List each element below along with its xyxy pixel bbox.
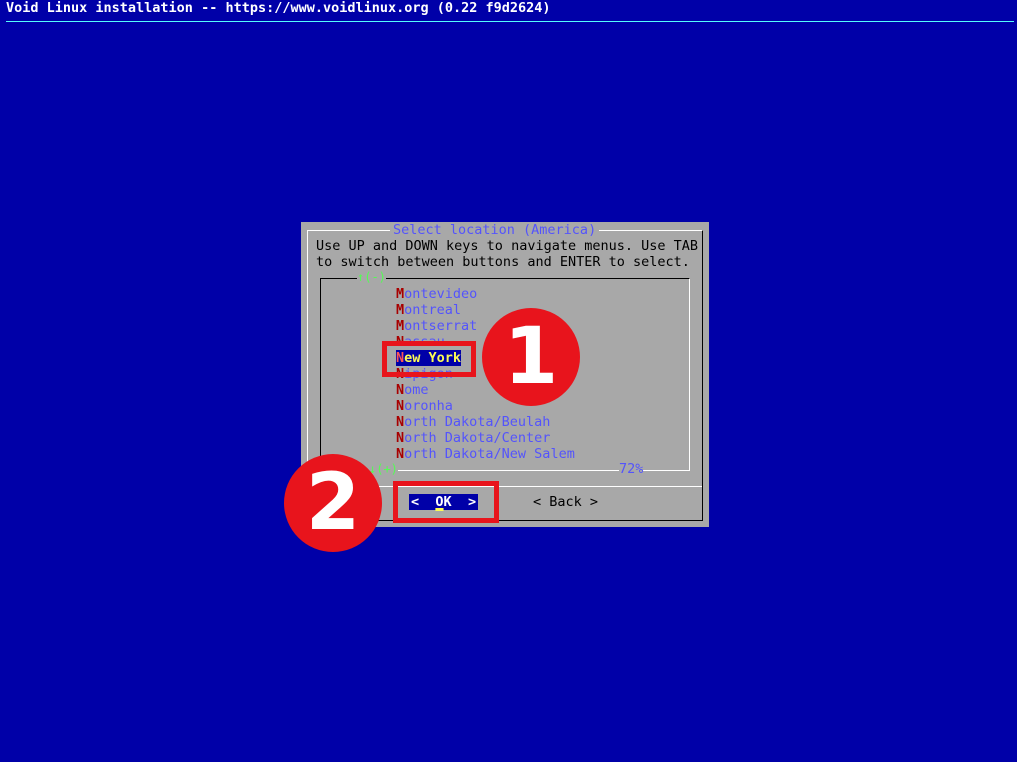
annotation-step-1: 1 bbox=[482, 308, 580, 406]
scroll-percent: 72% bbox=[619, 461, 644, 477]
annotation-highlight-ok bbox=[393, 481, 499, 523]
menu-item-label: orth Dakota/Beulah bbox=[404, 414, 551, 430]
menu-item-label: ontserrat bbox=[404, 318, 478, 334]
menu-item-hotkey: N bbox=[396, 398, 405, 414]
menu-item-hotkey: N bbox=[396, 382, 405, 398]
menu-item-hotkey: N bbox=[396, 414, 405, 430]
menu-item-label: ome bbox=[404, 382, 429, 398]
menu-item-label: orth Dakota/Center bbox=[404, 430, 551, 446]
menu-item-hotkey: M bbox=[396, 302, 405, 318]
menu-item-hotkey: M bbox=[396, 318, 405, 334]
menu-item-label: ontevideo bbox=[404, 286, 478, 302]
menu-item[interactable]: North Dakota/Center bbox=[396, 430, 575, 446]
annotation-highlight-new-york bbox=[382, 341, 476, 377]
menu-item[interactable]: Montevideo bbox=[396, 286, 575, 302]
menu-item-hotkey: M bbox=[396, 286, 405, 302]
menu-item-hotkey: N bbox=[396, 430, 405, 446]
annotation-step-2: 2 bbox=[284, 454, 382, 552]
menu-item-label: orth Dakota/New Salem bbox=[404, 446, 575, 462]
window-title: Void Linux installation -- https://www.v… bbox=[6, 0, 551, 16]
dialog-instructions: Use UP and DOWN keys to navigate menus. … bbox=[316, 238, 699, 270]
title-underline bbox=[6, 21, 1014, 22]
menu-item[interactable]: North Dakota/New Salem bbox=[396, 446, 575, 462]
scroll-up-indicator: ↑(-) bbox=[357, 269, 386, 285]
menu-item-label: ontreal bbox=[404, 302, 462, 318]
menu-item-hotkey: N bbox=[396, 446, 405, 462]
back-button[interactable]: < Back > bbox=[533, 494, 598, 510]
menu-item[interactable]: North Dakota/Beulah bbox=[396, 414, 575, 430]
dialog-title: Select location (America) bbox=[390, 222, 600, 238]
menu-item-label: oronha bbox=[404, 398, 453, 414]
